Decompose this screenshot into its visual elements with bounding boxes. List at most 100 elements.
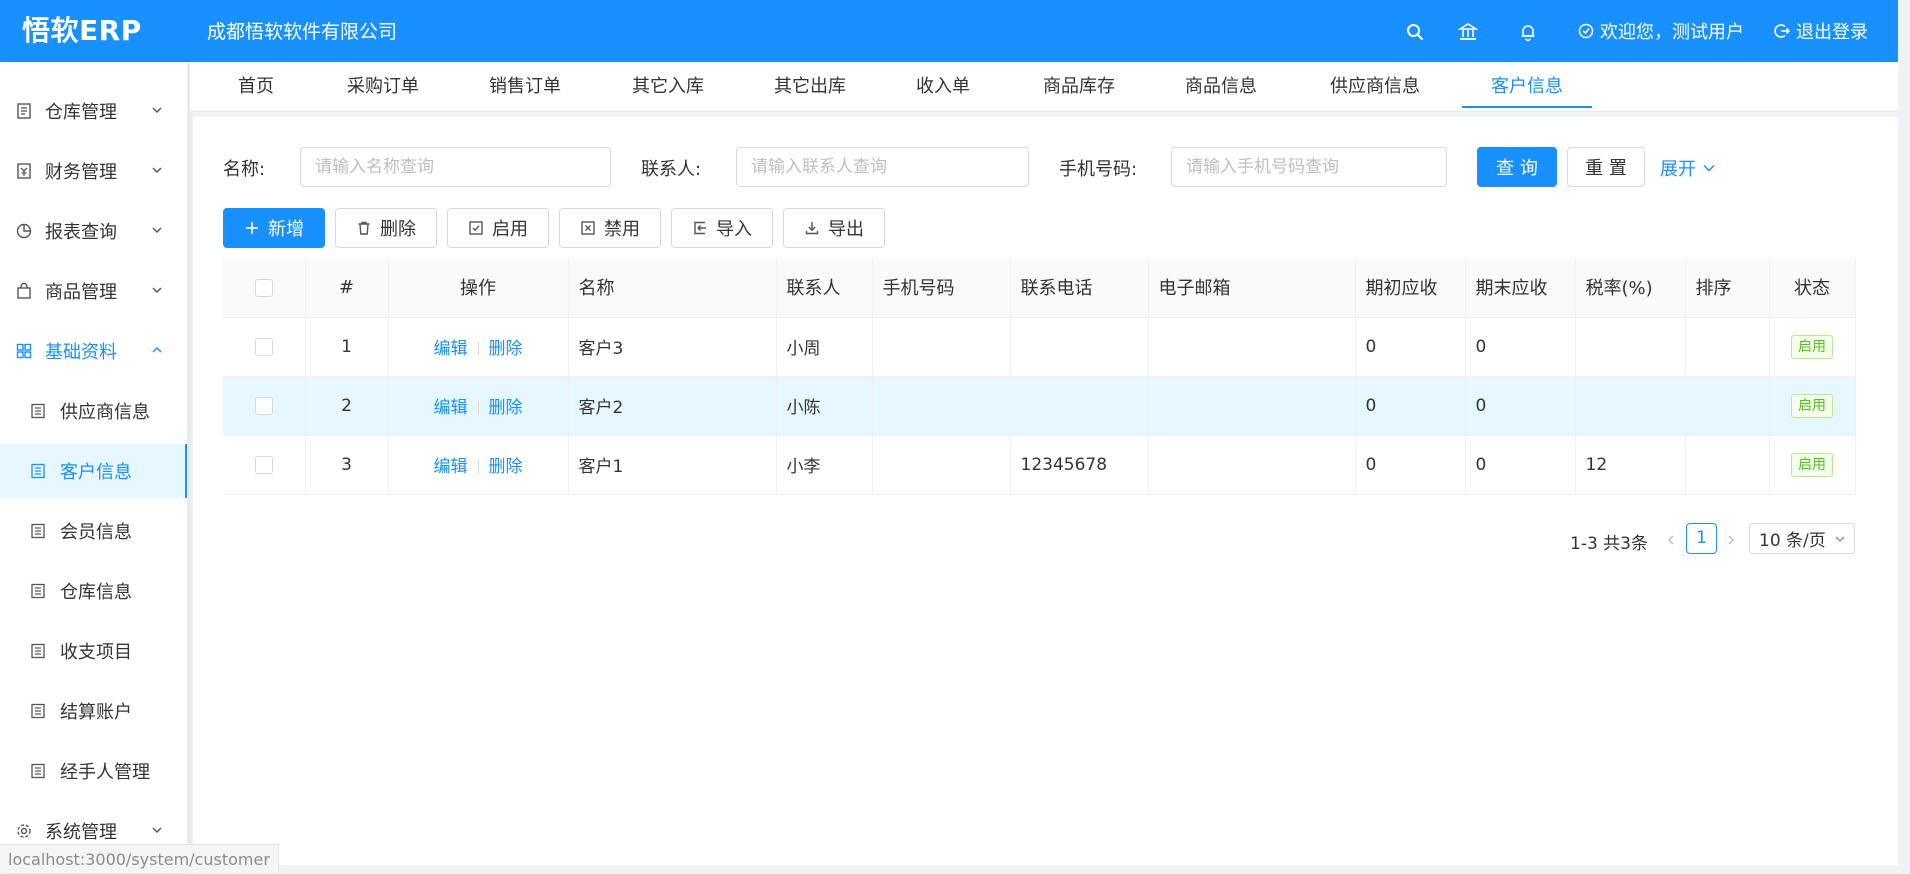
row-checkbox[interactable] xyxy=(254,455,273,474)
tab-income[interactable]: 收入单 xyxy=(914,62,972,112)
row-index: 2 xyxy=(305,376,389,436)
sidebar-group-basic-data[interactable]: 基础资料 xyxy=(0,324,187,378)
row-checkbox[interactable] xyxy=(254,337,273,356)
edit-link[interactable]: 编辑 xyxy=(434,339,468,359)
edit-link[interactable]: 编辑 xyxy=(434,398,468,418)
cell-contact: 小李 xyxy=(776,435,873,495)
list-doc-icon xyxy=(31,763,45,779)
tab-other-outbound[interactable]: 其它出库 xyxy=(772,62,848,112)
sidebar-group-reports[interactable]: 报表查询 xyxy=(0,204,187,258)
sidebar-item-customer[interactable]: 客户信息 xyxy=(0,444,187,498)
add-button[interactable]: 新增 xyxy=(223,208,325,248)
welcome-text: 欢迎您，测试用户 xyxy=(1600,22,1744,43)
app-logo[interactable]: 悟软ERP xyxy=(22,0,142,62)
column-header-name[interactable]: 名称 xyxy=(568,258,777,318)
page-size-select[interactable]: 10 条/页 xyxy=(1749,523,1855,554)
cell-mobile xyxy=(872,376,1011,436)
check-square-icon xyxy=(469,221,483,235)
cell-end-receivable: 0 xyxy=(1465,435,1576,495)
column-header-phone[interactable]: 联系电话 xyxy=(1010,258,1149,318)
row-select-cell xyxy=(223,435,306,495)
status-badge: 启用 xyxy=(1791,393,1833,418)
table-row[interactable]: 1 编辑 删除 客户3 小周 0 0 启用 xyxy=(223,317,1856,377)
tab-product-info[interactable]: 商品信息 xyxy=(1183,62,1259,112)
action-divider xyxy=(477,342,479,356)
edit-link[interactable]: 编辑 xyxy=(434,457,468,477)
list-doc-icon xyxy=(31,523,45,539)
sidebar-group-label: 财务管理 xyxy=(45,162,117,183)
list-doc-icon xyxy=(31,643,45,659)
sidebar-item-label: 客户信息 xyxy=(60,462,132,483)
query-button[interactable]: 查 询 xyxy=(1477,147,1557,187)
column-header-index: # xyxy=(305,258,389,318)
sidebar-item-label: 收支项目 xyxy=(60,642,132,663)
column-header-sort[interactable]: 排序 xyxy=(1685,258,1770,318)
list-doc-icon xyxy=(31,403,45,419)
tab-home[interactable]: 首页 xyxy=(232,62,280,112)
delete-link[interactable]: 删除 xyxy=(489,457,523,477)
enable-button[interactable]: 启用 xyxy=(447,208,549,248)
tab-purchase-order[interactable]: 采购订单 xyxy=(345,62,421,112)
batch-delete-button[interactable]: 删除 xyxy=(335,208,437,248)
top-header: 悟软ERP 成都悟软软件有限公司 欢迎您，测试用户 退出登录 xyxy=(0,0,1898,62)
tab-other-inbound[interactable]: 其它入库 xyxy=(630,62,706,112)
sidebar-item-warehouse-info[interactable]: 仓库信息 xyxy=(0,564,187,618)
sidebar-item-member[interactable]: 会员信息 xyxy=(0,504,187,558)
list-doc-icon xyxy=(31,463,45,479)
tab-stock[interactable]: 商品库存 xyxy=(1041,62,1117,112)
reset-button[interactable]: 重 置 xyxy=(1567,147,1645,187)
table-row[interactable]: 3 编辑 删除 客户1 小李 12345678 0 0 12 启用 xyxy=(223,435,1856,495)
cell-tax-rate xyxy=(1575,317,1686,377)
finance-icon xyxy=(17,163,31,179)
logout-icon xyxy=(1774,24,1790,38)
name-search-input[interactable] xyxy=(300,147,611,187)
chevron-down-icon xyxy=(152,287,162,294)
table-row[interactable]: 2 编辑 删除 客户2 小陈 0 0 启用 xyxy=(223,376,1856,436)
cell-status: 启用 xyxy=(1769,317,1856,377)
name-label: 名称: xyxy=(223,159,266,180)
expand-label: 展开 xyxy=(1660,159,1696,180)
user-menu[interactable]: 欢迎您，测试用户 xyxy=(1578,0,1744,62)
list-doc-icon xyxy=(31,703,45,719)
cell-mobile xyxy=(872,317,1011,377)
expand-toggle[interactable]: 展开 xyxy=(1660,155,1716,181)
sidebar-item-label: 供应商信息 xyxy=(60,402,150,423)
prev-page-icon[interactable] xyxy=(1664,533,1678,547)
export-button[interactable]: 导出 xyxy=(783,208,885,248)
sidebar-group-products[interactable]: 商品管理 xyxy=(0,264,187,318)
sidebar-item-supplier[interactable]: 供应商信息 xyxy=(0,384,187,438)
column-header-tax-rate[interactable]: 税率(%) xyxy=(1575,258,1686,318)
sidebar-group-finance[interactable]: 财务管理 xyxy=(0,144,187,198)
next-page-icon[interactable] xyxy=(1724,533,1738,547)
phone-search-input[interactable] xyxy=(1171,147,1447,187)
sidebar-item-settlement-account[interactable]: 结算账户 xyxy=(0,684,187,738)
tab-sales-order[interactable]: 销售订单 xyxy=(487,62,563,112)
sidebar-item-income-expense[interactable]: 收支项目 xyxy=(0,624,187,678)
bank-icon[interactable] xyxy=(1458,22,1478,42)
logout-button[interactable]: 退出登录 xyxy=(1774,0,1868,62)
tab-supplier-info[interactable]: 供应商信息 xyxy=(1329,62,1421,112)
sidebar-item-handler[interactable]: 经手人管理 xyxy=(0,744,187,798)
contact-search-input[interactable] xyxy=(736,147,1029,187)
column-header-begin-receivable[interactable]: 期初应收 xyxy=(1355,258,1466,318)
download-icon xyxy=(805,222,819,235)
list-doc-icon xyxy=(31,583,45,599)
cell-end-receivable: 0 xyxy=(1465,376,1576,436)
disable-button[interactable]: 禁用 xyxy=(559,208,661,248)
import-button[interactable]: 导入 xyxy=(671,208,773,248)
row-actions: 编辑 删除 xyxy=(388,317,569,377)
page-1-button[interactable]: 1 xyxy=(1686,523,1717,554)
sidebar-group-warehouse[interactable]: 仓库管理 xyxy=(0,84,187,138)
row-checkbox[interactable] xyxy=(254,396,273,415)
column-header-contact[interactable]: 联系人 xyxy=(776,258,873,318)
column-header-email[interactable]: 电子邮箱 xyxy=(1148,258,1356,318)
column-header-end-receivable[interactable]: 期末应收 xyxy=(1465,258,1576,318)
select-all-checkbox[interactable] xyxy=(254,278,273,297)
delete-link[interactable]: 删除 xyxy=(489,398,523,418)
column-header-mobile[interactable]: 手机号码 xyxy=(872,258,1011,318)
cell-sort xyxy=(1685,376,1770,436)
bell-icon[interactable] xyxy=(1518,22,1538,42)
search-icon[interactable] xyxy=(1405,22,1425,42)
delete-link[interactable]: 删除 xyxy=(489,339,523,359)
tab-customer-info[interactable]: 客户信息 xyxy=(1462,62,1592,112)
